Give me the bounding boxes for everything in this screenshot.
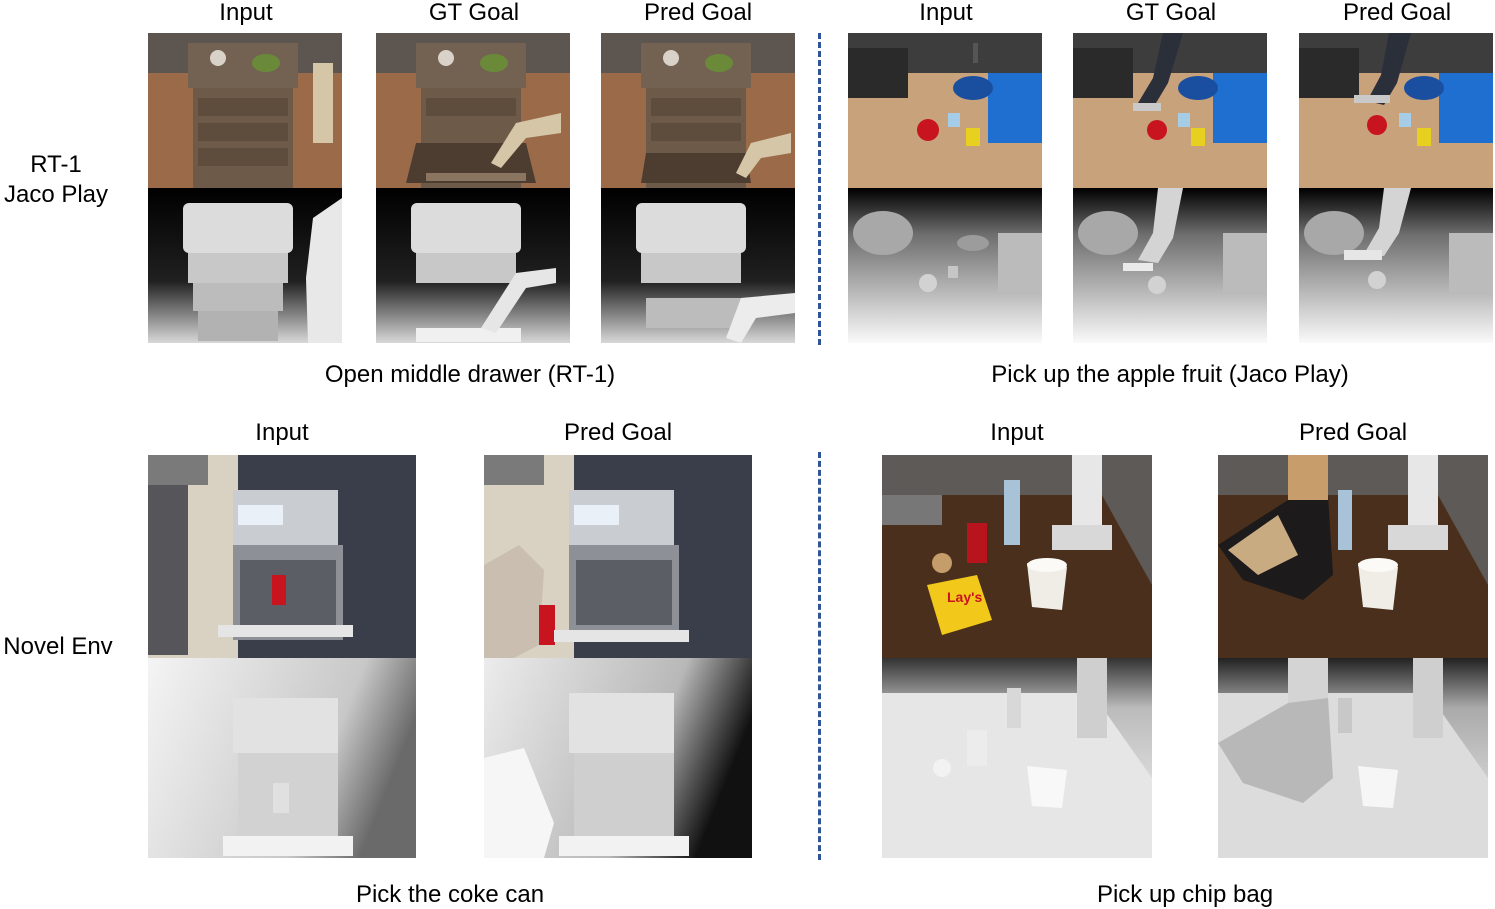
caption-pick-coke-can: Pick the coke can [355,881,545,908]
rgb-coke-pred-goal [484,455,752,658]
rgb-apple-pred-goal [1299,33,1493,188]
chip-brand-text: Lay's [947,589,982,605]
depth-apple-pred-goal [1299,188,1493,343]
rgb-drawer-pred-goal [601,33,795,188]
header-pred-goal-bottom-left: Pred Goal [563,419,673,446]
depth-chips-pred-goal [1218,658,1488,858]
header-pred-goal-bottom-right: Pred Goal [1298,419,1408,446]
caption-pick-up-apple: Pick up the apple fruit (Jaco Play) [991,361,1349,388]
caption-open-middle-drawer: Open middle drawer (RT-1) [324,361,616,388]
header-input-top-left: Input [219,0,273,26]
header-gt-goal-top-left: GT Goal [428,0,520,26]
rgb-apple-gt-goal [1073,33,1267,188]
header-input-top-right: Input [919,0,973,26]
divider-top [818,33,821,345]
depth-apple-input [848,188,1042,343]
row-label-line2: Jaco Play [3,181,109,208]
depth-chips-input [882,658,1152,858]
depth-drawer-pred-goal [601,188,795,343]
depth-coke-pred-goal [484,658,752,858]
depth-drawer-gt-goal [376,188,570,343]
divider-bottom [818,452,821,860]
depth-coke-input [148,658,416,858]
header-pred-goal-top-right: Pred Goal [1342,0,1452,26]
header-input-bottom-left: Input [255,419,309,446]
depth-drawer-input [148,188,342,343]
row-label-line1: RT-1 [30,151,82,178]
rgb-drawer-gt-goal [376,33,570,188]
rgb-chips-pred-goal [1218,455,1488,658]
rgb-apple-input [848,33,1042,188]
rgb-chips-input: Lay's [882,455,1152,658]
caption-pick-up-chip-bag: Pick up chip bag [1096,881,1274,908]
header-input-bottom-right: Input [990,419,1044,446]
row-label-rt1-jaco: RT-1 Jaco Play [0,150,112,210]
row-label-novel-env: Novel Env [3,633,113,660]
rgb-coke-input [148,455,416,658]
rgb-drawer-input [148,33,342,188]
depth-apple-gt-goal [1073,188,1267,343]
header-pred-goal-top-left: Pred Goal [643,0,753,26]
header-gt-goal-top-right: GT Goal [1125,0,1217,26]
